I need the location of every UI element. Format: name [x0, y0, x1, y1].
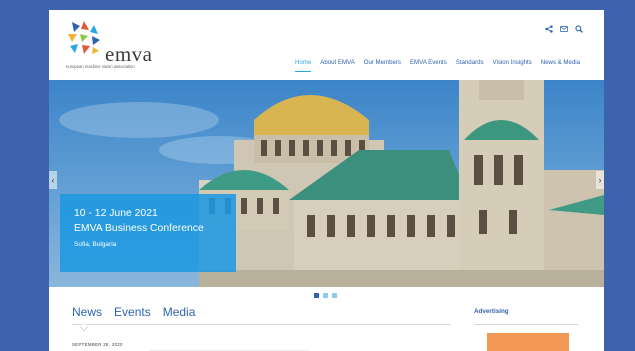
share-icon[interactable] [545, 25, 553, 33]
nav-item-vision-insights[interactable]: Vision Insights [493, 59, 532, 66]
advertising-divider [474, 324, 578, 325]
event-title: EMVA Business Conference [74, 223, 204, 234]
nav-item-home[interactable]: Home [295, 59, 312, 72]
nav-item-about-emva[interactable]: About EMVA [320, 59, 354, 66]
search-icon[interactable] [575, 25, 583, 33]
slider-dot-1[interactable] [314, 293, 319, 298]
tab-divider [72, 324, 451, 325]
tab-news[interactable]: News [72, 305, 102, 319]
advertising-banner[interactable] [487, 333, 569, 351]
tab-media[interactable]: Media [163, 305, 196, 319]
slider-prev-arrow[interactable]: ‹ [49, 171, 57, 189]
content-tabs: News Events Media [72, 305, 195, 319]
main-nav: Home About EMVA Our Members EMVA Events … [295, 59, 580, 72]
slider-dot-3[interactable] [332, 293, 337, 298]
slider-next-arrow[interactable]: › [596, 171, 604, 189]
advertising-heading: Advertising [474, 308, 509, 315]
hero-slider: ‹ › 10 - 12 June 2021 EMVA Business Conf… [49, 80, 604, 287]
nav-item-our-members[interactable]: Our Members [364, 59, 401, 66]
nav-item-standards[interactable]: Standards [456, 59, 484, 66]
event-location: Sofia, Bulgaria [74, 241, 117, 248]
tab-events[interactable]: Events [114, 305, 151, 319]
site-header: emva european machine vision association… [49, 10, 604, 80]
post-date: SEPTEMBER 28, 2020 [72, 342, 123, 347]
page: emva european machine vision association… [49, 10, 604, 351]
slider-pagination [314, 293, 337, 298]
hero-caption[interactable]: 10 - 12 June 2021 EMVA Business Conferen… [60, 194, 236, 272]
mail-icon[interactable] [560, 25, 568, 33]
event-date: 10 - 12 June 2021 [74, 208, 158, 219]
logo-tagline: european machine vision association [66, 64, 135, 69]
nav-item-news-media[interactable]: News & Media [541, 59, 580, 66]
utility-icons [545, 25, 583, 33]
emva-logo[interactable]: emva european machine vision association [66, 20, 166, 76]
nav-item-emva-events[interactable]: EMVA Events [410, 59, 447, 66]
emva-logo-icon [68, 21, 100, 54]
slider-dot-2[interactable] [323, 293, 328, 298]
